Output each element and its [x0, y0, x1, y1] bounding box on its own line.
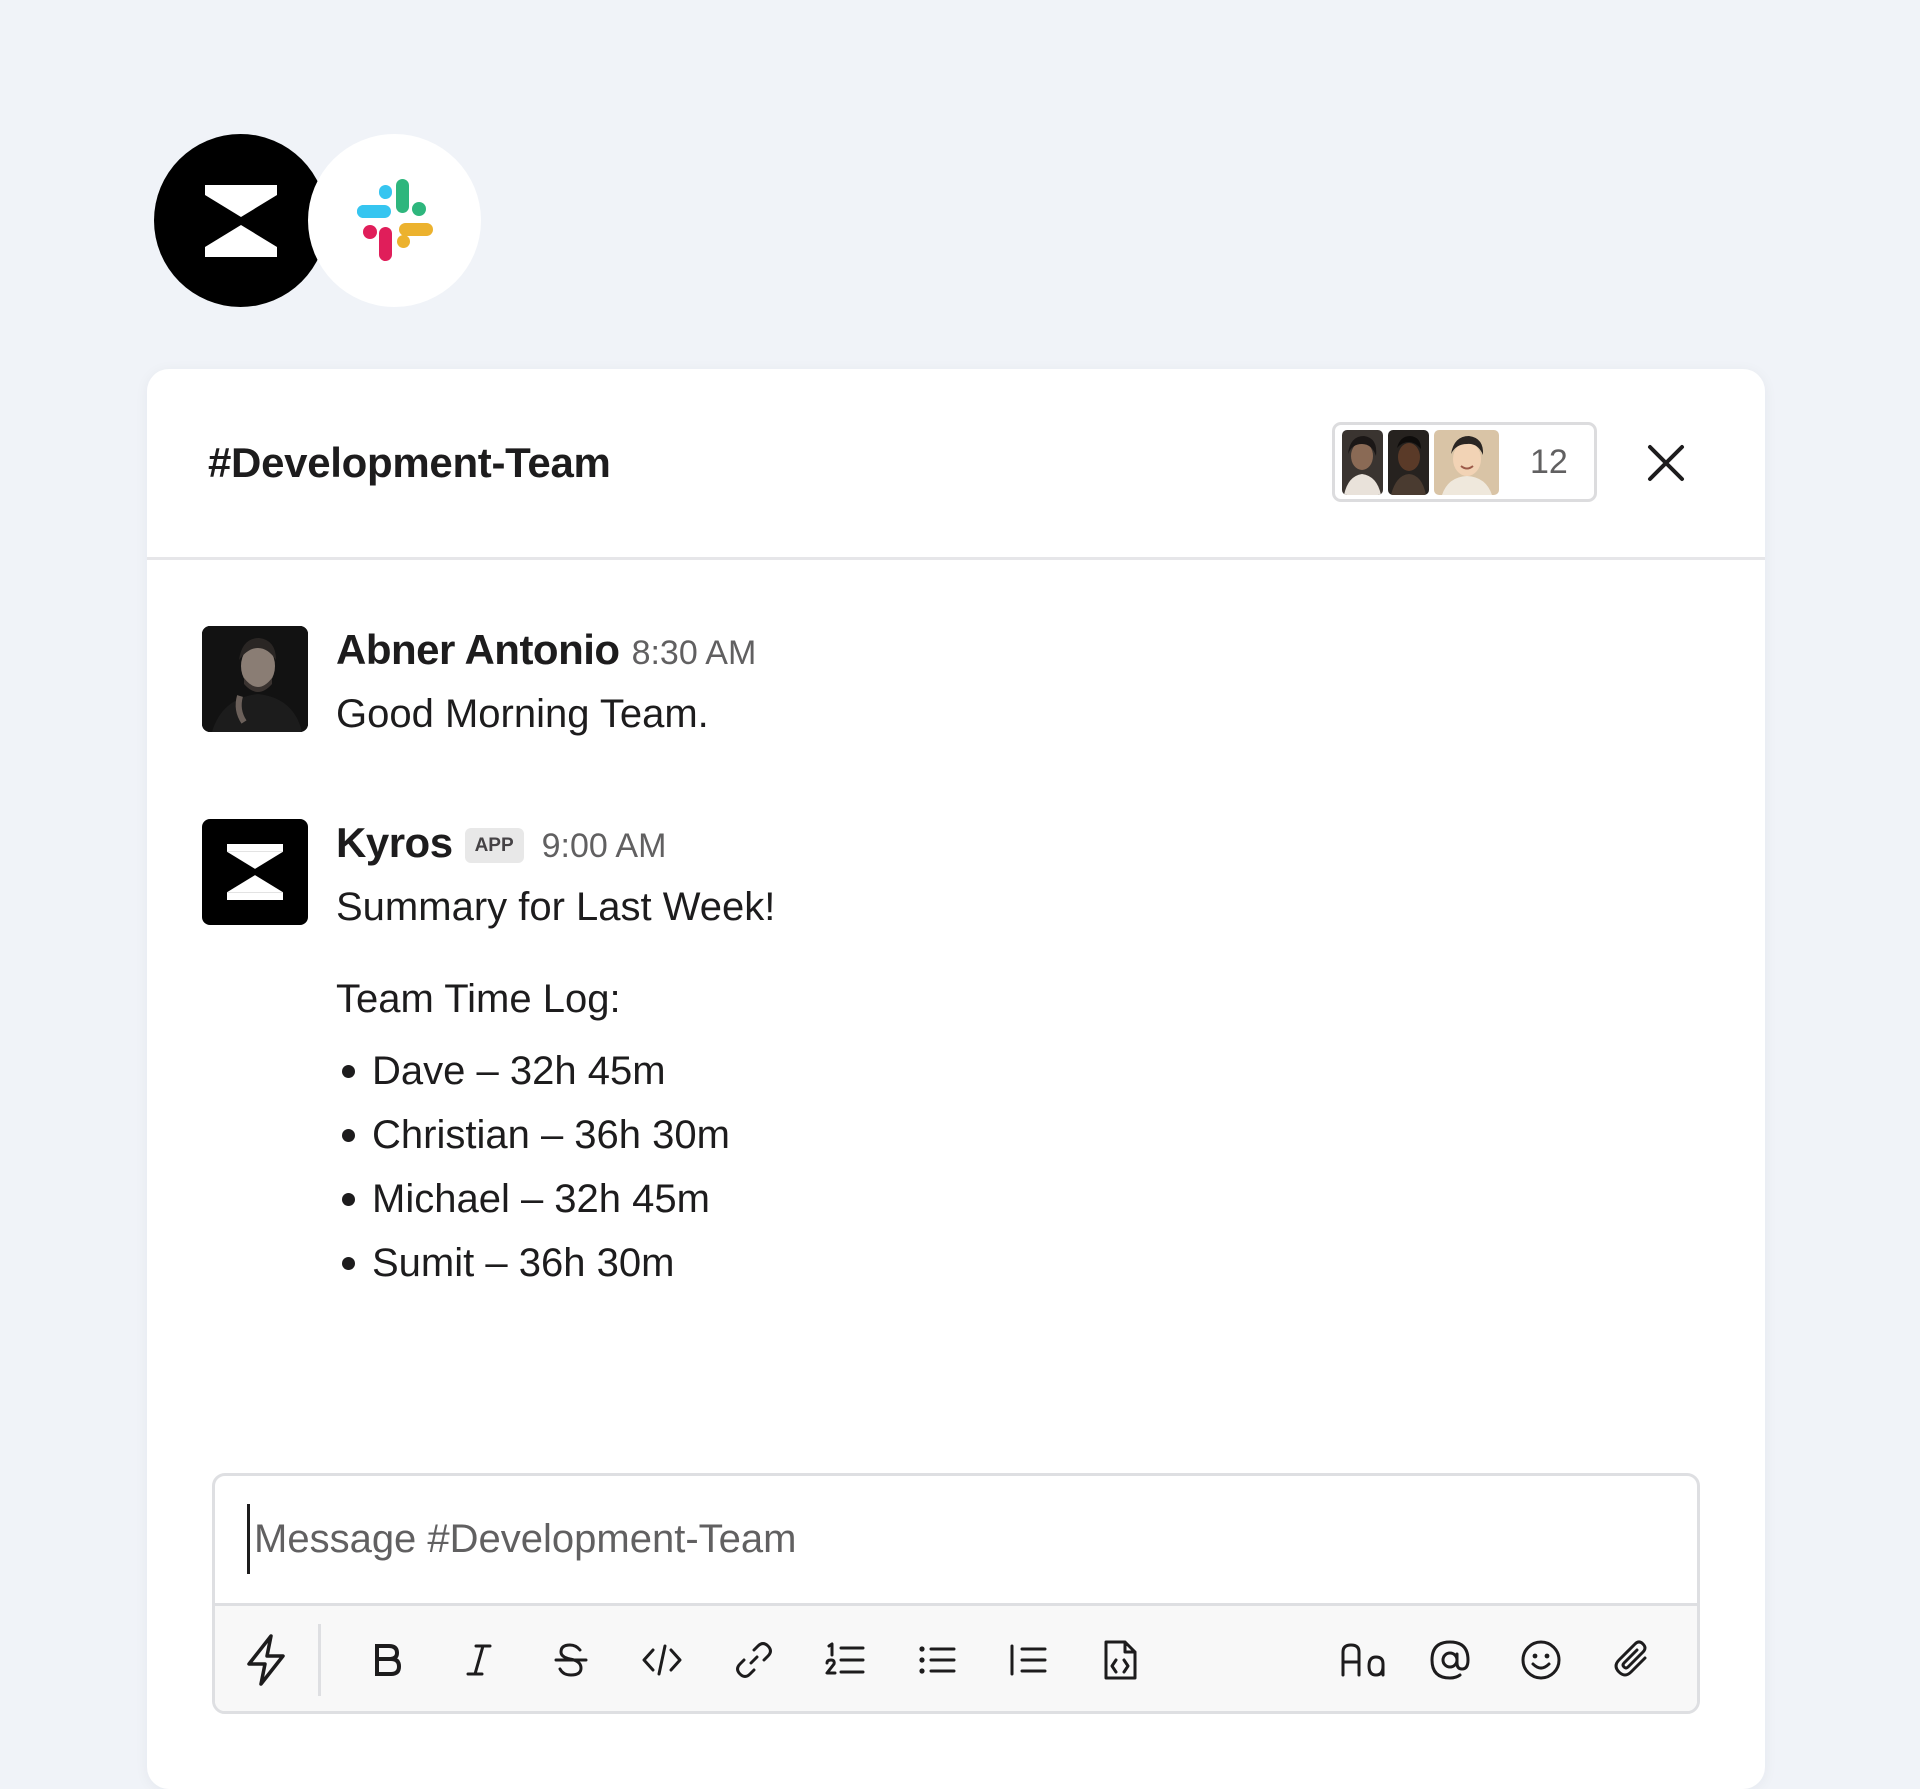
shortcuts-icon	[247, 1634, 285, 1686]
blockquote-icon	[1010, 1644, 1047, 1676]
message-input[interactable]	[247, 1504, 1647, 1574]
formatting-button[interactable]	[1335, 1636, 1395, 1684]
member-avatar	[1342, 429, 1383, 495]
message-composer	[212, 1473, 1700, 1714]
mention-button[interactable]	[1426, 1636, 1474, 1684]
bold-icon	[375, 1644, 402, 1676]
strikethrough-icon	[554, 1643, 588, 1677]
time-log-entry: Dave – 32h 45m	[372, 1049, 666, 1093]
attachment-icon	[1614, 1640, 1647, 1677]
sender-name[interactable]: Kyros	[336, 819, 453, 867]
blockquote-button[interactable]	[1004, 1636, 1052, 1684]
timestamp[interactable]: 8:30 AM	[632, 634, 757, 673]
member-avatar	[1434, 429, 1499, 495]
kyros-logo	[227, 844, 283, 900]
bulleted-list-button[interactable]	[913, 1636, 961, 1684]
bold-button[interactable]	[363, 1636, 411, 1684]
mention-icon	[1430, 1640, 1470, 1680]
ordered-list-icon	[825, 1642, 865, 1675]
message-body: Abner Antonio 8:30 AM Good Morning Team.	[336, 626, 1536, 740]
code-button[interactable]	[638, 1636, 686, 1684]
channel-panel: #Development-Team 12 Abner Antonio 8:30 …	[147, 369, 1765, 1789]
shortcuts-button[interactable]	[242, 1634, 290, 1686]
app-badge: APP	[464, 828, 524, 863]
members-button[interactable]: 12	[1332, 422, 1597, 502]
emoji-icon	[1521, 1640, 1561, 1680]
attachment-button[interactable]	[1609, 1636, 1657, 1684]
code-block-button[interactable]	[1096, 1636, 1144, 1684]
time-log-title: Team Time Log:	[336, 977, 621, 1021]
member-count: 12	[1530, 442, 1568, 481]
italic-icon	[466, 1644, 492, 1676]
time-log-entry: Michael – 32h 45m	[372, 1177, 710, 1221]
code-icon	[642, 1644, 682, 1676]
member-avatar	[1388, 429, 1429, 495]
formatting-toolbar	[215, 1603, 1697, 1711]
link-button[interactable]	[730, 1636, 778, 1684]
timestamp[interactable]: 9:00 AM	[542, 827, 667, 866]
kyros-logo	[154, 134, 327, 307]
time-log-entry: Sumit – 36h 30m	[372, 1241, 675, 1285]
emoji-button[interactable]	[1517, 1636, 1565, 1684]
list-item: Dave – 32h 45m	[336, 1039, 1536, 1103]
link-icon	[736, 1642, 772, 1678]
message-text: Summary for Last Week!	[336, 885, 776, 929]
avatar	[202, 819, 308, 925]
toolbar-divider	[318, 1624, 321, 1696]
channel-title: #Development-Team	[208, 439, 611, 486]
channel-header: #Development-Team 12	[147, 369, 1765, 560]
close-icon	[1648, 445, 1684, 481]
italic-button[interactable]	[455, 1636, 503, 1684]
time-log-list: Dave – 32h 45m Christian – 36h 30m Micha…	[336, 1039, 1536, 1295]
close-button[interactable]	[1642, 439, 1690, 487]
message-text: Good Morning Team.	[336, 692, 709, 736]
list-item: Michael – 32h 45m	[336, 1167, 1536, 1231]
message-header: Abner Antonio 8:30 AM	[336, 626, 1536, 678]
bulleted-list-icon	[919, 1646, 956, 1674]
message-body: Kyros APP 9:00 AM Summary for Last Week!…	[336, 819, 1536, 1295]
message-header: Kyros APP 9:00 AM	[336, 819, 1536, 871]
slack-logo	[308, 134, 481, 307]
strikethrough-button[interactable]	[547, 1636, 595, 1684]
member-avatars	[1342, 429, 1504, 495]
list-item: Christian – 36h 30m	[336, 1103, 1536, 1167]
ordered-list-button[interactable]	[821, 1636, 869, 1684]
avatar	[202, 626, 308, 732]
formatting-icon	[1341, 1643, 1385, 1677]
time-log-entry: Christian – 36h 30m	[372, 1113, 730, 1157]
sender-name[interactable]: Abner Antonio	[336, 626, 620, 674]
brand-logos	[154, 134, 484, 310]
code-block-icon	[1104, 1640, 1137, 1680]
list-item: Sumit – 36h 30m	[336, 1231, 1536, 1295]
